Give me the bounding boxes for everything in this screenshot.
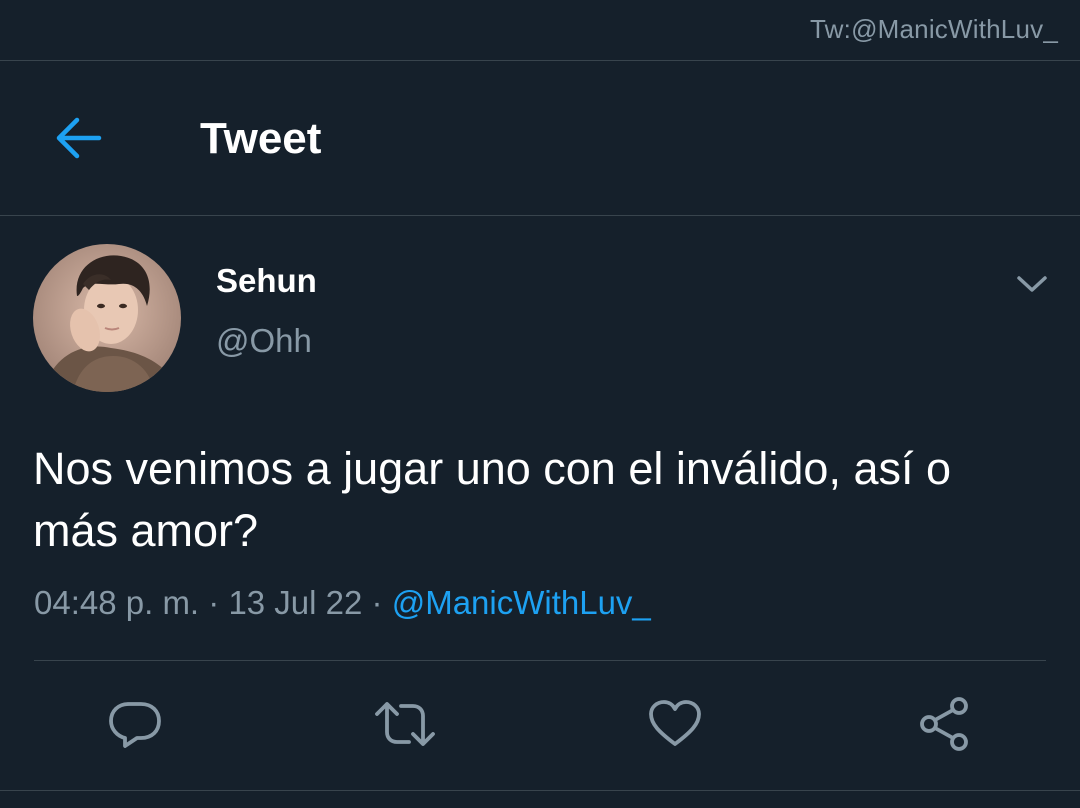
more-options-button[interactable] <box>1012 268 1052 304</box>
share-button[interactable] <box>917 696 973 757</box>
meta-separator: · <box>199 584 229 621</box>
heart-icon <box>647 698 703 755</box>
author-username[interactable]: @Ohh <box>216 322 312 360</box>
back-button[interactable] <box>50 112 106 168</box>
tweet-date: 13 Jul 22 <box>228 584 363 621</box>
bottom-divider <box>0 790 1080 791</box>
top-divider <box>0 60 1080 61</box>
like-button[interactable] <box>647 698 703 754</box>
page-title: Tweet <box>200 114 322 163</box>
avatar[interactable] <box>33 244 181 392</box>
tweet-source-link[interactable]: @ManicWithLuv_ <box>392 584 651 621</box>
actions-divider <box>34 660 1046 661</box>
header-divider <box>0 215 1080 216</box>
meta-separator: · <box>362 584 392 621</box>
comment-icon <box>107 698 163 755</box>
tweet-meta: 04:48 p. m. · 13 Jul 22 · @ManicWithLuv_ <box>34 584 651 622</box>
author-display-name[interactable]: Sehun <box>216 262 317 300</box>
tweet-screen: Tw:@ManicWithLuv_ Tweet Sehun @Ohh Nos v… <box>0 0 1080 808</box>
share-icon <box>917 696 973 757</box>
arrow-left-icon <box>53 116 103 165</box>
retweet-icon <box>373 698 437 755</box>
chevron-down-icon <box>1015 273 1049 300</box>
watermark: Tw:@ManicWithLuv_ <box>810 14 1058 44</box>
retweet-button[interactable] <box>375 698 435 754</box>
tweet-time: 04:48 p. m. <box>34 584 200 621</box>
tweet-text: Nos venimos a jugar uno con el inválido,… <box>33 443 952 556</box>
reply-button[interactable] <box>107 698 163 754</box>
